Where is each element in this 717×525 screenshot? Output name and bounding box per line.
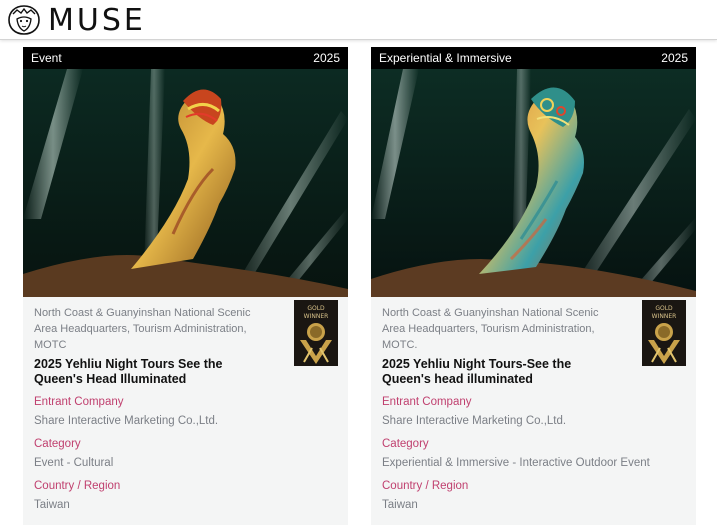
entrant-company-label: Entrant Company <box>382 396 472 408</box>
card-body: North Coast & Guanyinshan National Sceni… <box>371 297 696 513</box>
card-year: 2025 <box>313 51 340 65</box>
award-card[interactable]: Experiential & Immersive 2025 North Coas… <box>371 47 696 525</box>
entrant-company-value: Share Interactive Marketing Co.,Ltd. <box>34 415 219 427</box>
entry-title[interactable]: 2025 Yehliu Night Tours-See the Queen's … <box>382 357 622 387</box>
card-header: Experiential & Immersive 2025 <box>371 47 696 69</box>
muse-head-logo-icon <box>8 5 40 35</box>
organization-name: North Coast & Guanyinshan National Sceni… <box>34 307 251 351</box>
muse-logo[interactable]: MUSE <box>4 2 146 38</box>
brand-name: MUSE <box>48 2 146 38</box>
country-region-label: Country / Region <box>382 480 469 492</box>
badge-text-gold: GOLD <box>307 305 325 312</box>
entrant-company-label: Entrant Company <box>34 396 124 408</box>
badge-text-gold: GOLD <box>655 305 673 312</box>
category-value: Event - Cultural <box>34 457 114 469</box>
gold-winner-badge-icon: GOLD WINNER <box>294 300 338 366</box>
badge-text-winner: WINNER <box>304 313 329 320</box>
queens-head-illuminated-image <box>23 69 348 297</box>
card-header: Event 2025 <box>23 47 348 69</box>
country-region-label: Country / Region <box>34 480 121 492</box>
entry-image-queens-head[interactable] <box>371 69 696 297</box>
entry-image-queens-head[interactable] <box>23 69 348 297</box>
award-card[interactable]: Event 2025 North Coast & Guanyinshan Nat… <box>23 47 348 525</box>
entrant-company-value: Share Interactive Marketing Co.,Ltd. <box>382 415 567 427</box>
gold-winner-badge-icon: GOLD WINNER <box>642 300 686 366</box>
country-region-value: Taiwan <box>382 499 418 511</box>
card-category-tag: Event <box>31 51 62 65</box>
entry-title[interactable]: 2025 Yehliu Night Tours See the Queen's … <box>34 357 274 387</box>
card-category-tag: Experiential & Immersive <box>379 51 512 65</box>
card-year: 2025 <box>661 51 688 65</box>
card-body: North Coast & Guanyinshan National Sceni… <box>23 297 348 513</box>
category-value: Experiential & Immersive - Interactive O… <box>382 457 650 469</box>
top-navigation-bar: MUSE <box>0 0 717 40</box>
queens-head-illuminated-image <box>371 69 696 297</box>
country-region-value: Taiwan <box>34 499 70 511</box>
category-label: Category <box>382 438 429 450</box>
organization-name: North Coast & Guanyinshan National Sceni… <box>382 307 599 351</box>
category-label: Category <box>34 438 81 450</box>
badge-text-winner: WINNER <box>652 313 677 320</box>
